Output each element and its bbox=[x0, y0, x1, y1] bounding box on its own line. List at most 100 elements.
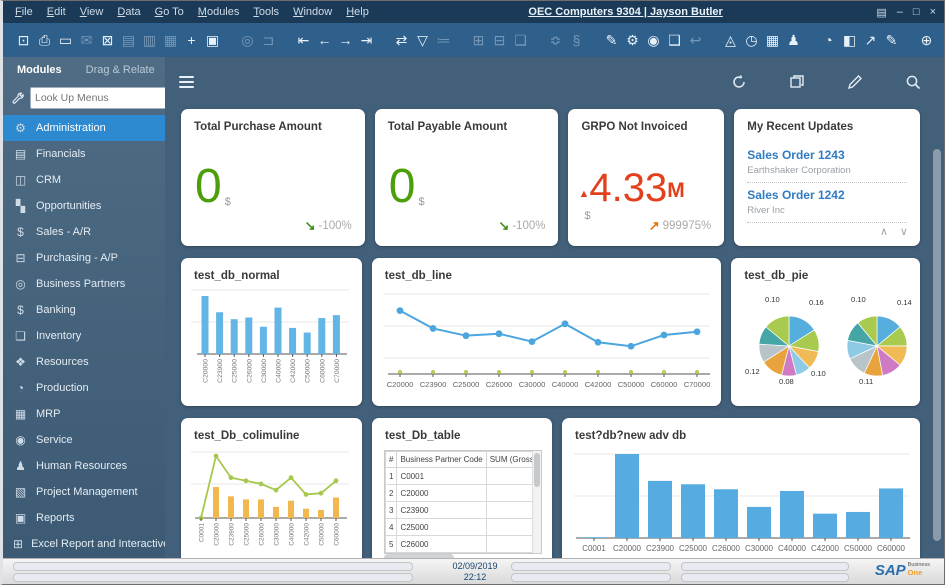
print-icon[interactable]: ⎙ bbox=[34, 29, 55, 51]
layout-icon[interactable]: ◧ bbox=[839, 29, 860, 51]
search-dashboard-icon[interactable] bbox=[904, 73, 922, 91]
kpi-card-total-payable[interactable]: Total Payable Amount 0 $ ↘ -100% bbox=[374, 109, 559, 246]
menu-tools[interactable]: Tools bbox=[247, 4, 285, 20]
menu-window[interactable]: Window bbox=[287, 4, 338, 20]
recent-update-item[interactable]: Sales Order 1242 River Inc bbox=[747, 183, 907, 223]
minimize-icon[interactable]: – bbox=[897, 6, 903, 19]
close-icon[interactable]: × bbox=[930, 6, 936, 19]
sidebar-item-opportunities[interactable]: ▚ Opportunities bbox=[3, 193, 165, 219]
reminder-document-icon[interactable]: ◷ bbox=[741, 29, 762, 51]
sidebar-item-administration[interactable]: ⚙ Administration bbox=[3, 115, 165, 141]
user-icon[interactable]: ♟ bbox=[783, 29, 804, 51]
export-arrow-icon[interactable]: ↗ bbox=[860, 29, 881, 51]
sidebar-item-banking[interactable]: $ Banking bbox=[3, 297, 165, 323]
next-record-icon[interactable]: → bbox=[335, 29, 356, 51]
sidebar-item-financials[interactable]: ▤ Financials bbox=[3, 141, 165, 167]
column-header[interactable]: # bbox=[385, 451, 398, 468]
table-form-settings-icon[interactable]: ▣ bbox=[202, 29, 223, 51]
document-user-icon[interactable]: ◉ bbox=[643, 29, 664, 51]
web-client-icon[interactable]: ⊕ bbox=[916, 29, 937, 51]
menu-data[interactable]: Data bbox=[111, 4, 146, 20]
edit-pencil-icon[interactable] bbox=[846, 73, 864, 91]
menu-go-to[interactable]: Go To bbox=[149, 4, 190, 20]
lookup-menus-search[interactable] bbox=[30, 87, 186, 109]
sidebar-item-crm[interactable]: ◫ CRM bbox=[3, 167, 165, 193]
sidebar-item-human-resources[interactable]: ♟ Human Resources bbox=[3, 453, 165, 479]
chart-card-normal[interactable]: test_db_normal C20000 C23900 C25000 C26000 C… bbox=[181, 258, 362, 406]
svg-text:C23900: C23900 bbox=[419, 380, 446, 389]
scroll-up-icon[interactable]: ∧ bbox=[880, 225, 888, 238]
status-field[interactable] bbox=[13, 562, 413, 571]
calculator-icon[interactable]: ▦ bbox=[762, 29, 783, 51]
kpi-card-grpo-not-invoiced[interactable]: GRPO Not Invoiced ▲ 4.33 M $ ↗ 999975% bbox=[568, 109, 725, 246]
open-form-icon[interactable]: ▭ bbox=[55, 29, 76, 51]
chart-card-line[interactable]: test_db_line C20000 C23900 C25000 C26000 C30… bbox=[371, 258, 722, 406]
table-card[interactable]: test_Db_table # Business Partner Code SUM … bbox=[372, 418, 552, 558]
sidebar-item-resources[interactable]: ❖ Resources bbox=[3, 349, 165, 375]
sidebar-item-production[interactable]: ◔ Production bbox=[3, 375, 165, 401]
status-field[interactable] bbox=[511, 573, 671, 582]
sidebar-item-mrp[interactable]: ▦ MRP bbox=[3, 401, 165, 427]
document-link[interactable]: Sales Order 1243 bbox=[747, 148, 907, 162]
sidebar-item-project-management[interactable]: ▧ Project Management bbox=[3, 479, 165, 505]
alert-document-icon[interactable]: ◬ bbox=[720, 29, 741, 51]
status-field[interactable] bbox=[13, 573, 413, 582]
previous-record-icon[interactable]: ← bbox=[314, 29, 335, 51]
chart-card-pie[interactable]: test_db_pie 0.10 0.16 0.12 0.08 0.10 0.10 0.14… bbox=[731, 258, 920, 406]
document-link[interactable]: Sales Order 1242 bbox=[747, 188, 907, 202]
menu-file[interactable]: File bbox=[9, 4, 39, 20]
status-field[interactable] bbox=[681, 562, 849, 571]
recent-update-item[interactable]: Sales Order 1243 Earthshaker Corporation bbox=[747, 143, 907, 183]
vertical-scrollbar[interactable] bbox=[532, 451, 541, 553]
form-search-icon[interactable]: ⊡ bbox=[13, 29, 34, 51]
hamburger-menu-icon[interactable] bbox=[179, 76, 194, 88]
sidebar-item-service[interactable]: ◉ Service bbox=[3, 427, 165, 453]
table-row[interactable]: 5 C26000 bbox=[385, 535, 541, 553]
refresh-record-icon[interactable]: ⇄ bbox=[391, 29, 412, 51]
pencil-icon[interactable]: ✎ bbox=[601, 29, 622, 51]
find-icon[interactable]: + bbox=[181, 29, 202, 51]
chart-card-colimuline[interactable]: test_Db_colimuline C0001 C20000 C23900 C250… bbox=[181, 418, 362, 558]
column-header[interactable]: Business Partner Code bbox=[396, 451, 487, 468]
sidebar-item-sales-a-r[interactable]: $ Sales - A/R bbox=[3, 219, 165, 245]
refresh-icon[interactable] bbox=[730, 73, 748, 91]
first-record-icon[interactable]: ⇤ bbox=[293, 29, 314, 51]
sidebar-item-business-partners[interactable]: ◎ Business Partners bbox=[3, 271, 165, 297]
menu-modules[interactable]: Modules bbox=[192, 4, 246, 20]
maximize-icon[interactable]: □ bbox=[913, 6, 920, 19]
search-input[interactable] bbox=[35, 92, 170, 104]
scales-icon: ≎ bbox=[549, 32, 562, 48]
copy-dashboard-icon[interactable] bbox=[788, 73, 806, 91]
status-field[interactable] bbox=[511, 562, 671, 571]
menu-edit[interactable]: Edit bbox=[41, 4, 72, 20]
status-field[interactable] bbox=[681, 573, 849, 582]
document-settings-icon[interactable]: ⚙ bbox=[622, 29, 643, 51]
menu-help[interactable]: Help bbox=[340, 4, 375, 20]
chart-card-new-adv[interactable]: test?db?new adv db C0001 C20000 C23900 C250… bbox=[562, 418, 921, 558]
dashboard-scrollbar[interactable] bbox=[933, 57, 941, 558]
menu-settings-button[interactable] bbox=[11, 87, 25, 109]
sidebar-item-excel-report-and-interactive[interactable]: ⊞ Excel Report and Interactive bbox=[3, 531, 165, 557]
customize-icon[interactable]: ▤ bbox=[876, 6, 886, 19]
messages-icon[interactable]: ❑ bbox=[664, 29, 685, 51]
signature-icon[interactable]: ✎ bbox=[881, 29, 902, 51]
last-record-icon[interactable]: ⇥ bbox=[356, 29, 377, 51]
table-row[interactable]: 4 C25000 bbox=[385, 518, 541, 536]
menu-view[interactable]: View bbox=[74, 4, 110, 20]
table-row[interactable]: 2 C20000 bbox=[385, 484, 541, 502]
sidebar-item-inventory[interactable]: ❏ Inventory bbox=[3, 323, 165, 349]
scroll-down-icon[interactable]: ∨ bbox=[900, 225, 908, 238]
sidebar-item-label: Project Management bbox=[36, 486, 138, 498]
sidebar-item-purchasing-a-p[interactable]: ⊟ Purchasing - A/P bbox=[3, 245, 165, 271]
kpi-card-total-purchase[interactable]: Total Purchase Amount 0 $ ↘ -100% bbox=[181, 109, 365, 246]
table-row[interactable]: 1 C0001 bbox=[385, 467, 541, 485]
filter-icon[interactable]: ▽ bbox=[412, 29, 433, 51]
sidebar-item-reports[interactable]: ▣ Reports bbox=[3, 505, 165, 531]
toolbar-group: ⊞ ⊟ ❏ bbox=[468, 29, 531, 51]
tab-drag-and-relate[interactable]: Drag & Relate bbox=[72, 59, 165, 81]
mailbox-icon[interactable]: ⊠ bbox=[97, 29, 118, 51]
gauge-icon[interactable]: ◔ bbox=[818, 29, 839, 51]
table-row[interactable]: 3 C23900 bbox=[385, 501, 541, 519]
recent-updates-card[interactable]: My Recent Updates Sales Order 1243 Earth… bbox=[734, 109, 920, 246]
tab-modules[interactable]: Modules bbox=[3, 59, 72, 81]
